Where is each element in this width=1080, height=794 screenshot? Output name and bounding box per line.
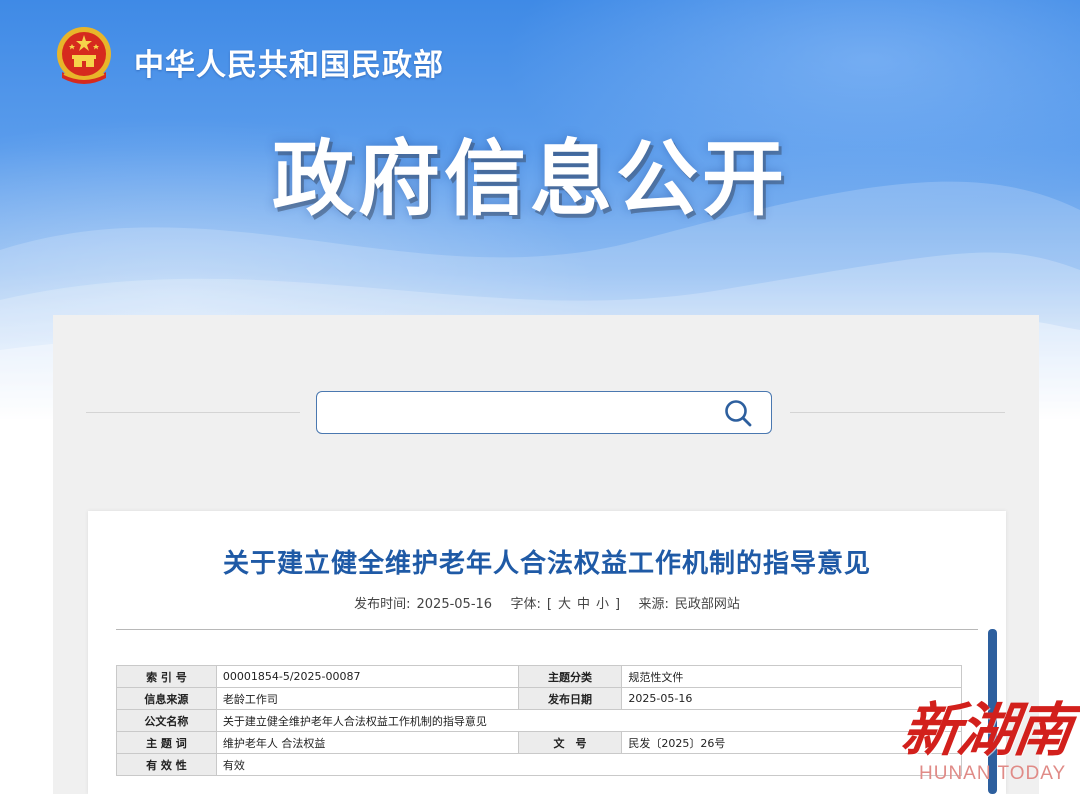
article-meta: 发布时间: 2025-05-16 字体: [ 大中小] 来源: 民政部网站 bbox=[88, 593, 1006, 612]
document-name-value: 关于建立健全维护老年人合法权益工作机制的指导意见 bbox=[215, 709, 963, 732]
info-source-value: 老龄工作司 bbox=[215, 687, 519, 710]
divider-left bbox=[86, 412, 300, 413]
search-bar bbox=[316, 391, 772, 434]
info-source-label: 信息来源 bbox=[116, 687, 217, 710]
article-title: 关于建立健全维护老年人合法权益工作机制的指导意见 bbox=[222, 549, 871, 579]
font-bracket-close: ] bbox=[614, 597, 621, 612]
document-info-table: 索 引 号 00001854-5/2025-00087 主题分类 规范性文件 信… bbox=[116, 665, 963, 776]
table-row: 主 题 词 维护老年人 合法权益 文 号 民发〔2025〕26号 bbox=[116, 731, 962, 754]
title-divider bbox=[116, 629, 978, 630]
font-size-label: 字体: bbox=[510, 597, 541, 612]
table-row: 公文名称 关于建立健全维护老年人合法权益工作机制的指导意见 bbox=[116, 709, 963, 732]
watermark-chinese: 新湖南 bbox=[897, 696, 1076, 764]
hunan-today-watermark: 新湖南 HUNAN TODAY bbox=[898, 683, 1076, 791]
index-number-value: 00001854-5/2025-00087 bbox=[215, 665, 519, 688]
page-title: 政府信息公开 bbox=[272, 132, 789, 227]
watermark-english: HUNAN TODAY bbox=[919, 763, 1067, 784]
table-row: 信息来源 老龄工作司 发布日期 2025-05-16 bbox=[116, 687, 962, 710]
table-row: 有 效 性 有效 bbox=[116, 753, 963, 776]
publish-date: 2025-05-16 bbox=[416, 597, 493, 612]
font-size-large-button[interactable]: 大 bbox=[558, 597, 571, 612]
keywords-value: 维护老年人 合法权益 bbox=[215, 731, 519, 754]
search-icon[interactable] bbox=[723, 398, 753, 428]
national-emblem-icon[interactable] bbox=[52, 24, 116, 90]
keywords-label: 主 题 词 bbox=[116, 731, 217, 754]
publish-date-label: 发布时间: bbox=[354, 597, 411, 612]
font-size-small-button[interactable]: 小 bbox=[596, 597, 609, 612]
document-name-label: 公文名称 bbox=[116, 709, 217, 732]
validity-label: 有 效 性 bbox=[116, 753, 217, 776]
divider-right bbox=[790, 412, 1005, 413]
validity-value: 有效 bbox=[215, 753, 963, 776]
font-size-medium-button[interactable]: 中 bbox=[577, 597, 590, 612]
topic-category-label: 主题分类 bbox=[517, 665, 623, 688]
source-value: 民政部网站 bbox=[674, 597, 740, 612]
publish-date-cell-label: 发布日期 bbox=[517, 687, 623, 710]
table-row: 索 引 号 00001854-5/2025-00087 主题分类 规范性文件 bbox=[116, 665, 962, 688]
font-bracket-open: [ bbox=[546, 597, 552, 612]
source-label: 来源: bbox=[638, 597, 669, 612]
index-number-label: 索 引 号 bbox=[116, 665, 217, 688]
search-input[interactable] bbox=[329, 398, 713, 430]
document-number-label: 文 号 bbox=[517, 731, 623, 754]
ministry-name[interactable]: 中华人民共和国民政部 bbox=[134, 40, 444, 84]
